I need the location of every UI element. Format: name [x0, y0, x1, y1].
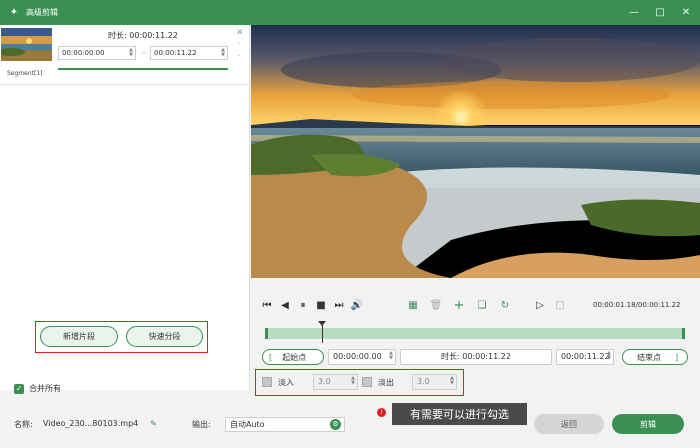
back-button[interactable]: 返回 [534, 414, 604, 434]
minimize-icon[interactable]: — [628, 7, 640, 19]
merge-all-label: 合并所有 [29, 384, 61, 393]
segment-duration: 时长: 00:00:11.22 [108, 31, 178, 40]
reorder-arrows-icon[interactable]: ⌃ ⌄ [237, 41, 242, 59]
fade-options-highlight: 淡入 3.0 ▲ ▼ 淡出 3.0 ▲ ▼ [255, 369, 464, 396]
name-label: 名称: [14, 420, 33, 429]
pause-icon[interactable]: ⏸ [296, 298, 310, 312]
bracket-left-icon: [ [269, 352, 273, 362]
playhead-line[interactable] [322, 323, 323, 343]
cut-button[interactable]: 剪辑 [612, 414, 684, 434]
split-icon[interactable]: ▦ [406, 298, 420, 312]
spin-arrows-icon[interactable]: ▲ ▼ [221, 48, 225, 58]
add-segment-button[interactable]: 新增片段 [40, 326, 118, 347]
hint-badge-icon: ! [377, 408, 386, 417]
app-logo-icon: ✦ [9, 7, 19, 18]
fade-out-label: 淡出 [378, 378, 394, 387]
mark-in-icon[interactable]: ▷ [533, 298, 547, 312]
skip-to-start-icon[interactable]: ⏮ [260, 298, 274, 312]
timeline-track[interactable] [265, 328, 685, 339]
title-bar: ✦ 高级剪辑 — □ ✕ [0, 0, 700, 25]
hint-tooltip: 有需要可以进行勾选 [392, 403, 527, 425]
close-icon[interactable]: ✕ [680, 7, 692, 19]
fade-out-value[interactable]: 3.0 ▲ ▼ [412, 374, 457, 390]
checkbox-checked-icon[interactable]: ✓ [14, 383, 24, 394]
step-back-icon[interactable]: ◀ [278, 298, 292, 312]
segment-name: Segment[1] [7, 70, 43, 77]
settings-gear-icon[interactable]: ⚙ [330, 419, 341, 430]
mark-out-icon[interactable]: □ [553, 298, 567, 312]
stop-icon[interactable]: ■ [314, 298, 328, 312]
quick-split-button[interactable]: 快速分段 [126, 326, 203, 347]
fade-in-value[interactable]: 3.0 ▲ ▼ [313, 374, 358, 390]
segment-start-field[interactable]: 00:00:00.00 ▲ ▼ [58, 46, 136, 60]
segment-item[interactable]: Segment[1] 时长: 00:00:11.22 00:00:00.00 ▲… [0, 25, 248, 85]
range-duration-field: 时长: 00:00:11.22 [400, 349, 552, 365]
volume-icon[interactable]: 🔊 [350, 298, 364, 312]
remove-segment-icon[interactable]: ✕ [236, 28, 244, 38]
add-icon[interactable]: + [452, 298, 466, 313]
spin-arrows-icon[interactable]: ▲ ▼ [389, 351, 393, 361]
spin-arrows-icon[interactable]: ▲ ▼ [351, 376, 355, 386]
reset-icon[interactable]: ↻ [498, 298, 512, 312]
file-name: Video_230...80103.mp4 [43, 419, 139, 428]
set-start-button[interactable]: [ 起始点 [262, 349, 324, 365]
edit-name-icon[interactable]: ✎ [150, 419, 157, 428]
fade-in-checkbox[interactable] [262, 377, 272, 387]
segment-end-field[interactable]: 00:00:11.22 ▲ ▼ [150, 46, 228, 60]
range-end-field[interactable]: 00:00:11.22 ▲ ▼ [556, 349, 614, 365]
segment-buttons-highlight: 新增片段 快速分段 [35, 321, 208, 353]
output-select[interactable]: 自动Auto ⚙ [225, 417, 345, 432]
spin-arrows-icon[interactable]: ▲ ▼ [129, 48, 133, 58]
fade-out-checkbox[interactable] [362, 377, 372, 387]
timecode-display: 00:00:01.18/00:00:11.22 [593, 301, 681, 309]
copy-icon[interactable]: ❏ [475, 298, 489, 312]
merge-all-option[interactable]: ✓ 合并所有 [14, 383, 61, 394]
skip-to-end-icon[interactable]: ⏭ [332, 298, 346, 312]
segment-thumbnail [1, 28, 52, 61]
spin-arrows-icon[interactable]: ▲ ▼ [607, 351, 611, 361]
fade-in-label: 淡入 [278, 378, 294, 387]
range-row: [ 起始点 00:00:00.00 ▲ ▼ 时长: 00:00:11.22 00:… [262, 349, 688, 365]
spin-arrows-icon[interactable]: ▲ ▼ [450, 376, 454, 386]
bracket-right-icon: ] [675, 352, 679, 362]
maximize-icon[interactable]: □ [654, 7, 666, 19]
output-label: 输出: [192, 420, 211, 429]
range-dash: – [142, 48, 146, 57]
window-title: 高级剪辑 [26, 8, 58, 17]
video-preview[interactable] [251, 25, 700, 278]
segment-progress-bar [58, 68, 228, 70]
set-end-button[interactable]: 结束点 ] [622, 349, 688, 365]
delete-icon[interactable]: 🗑 [429, 298, 443, 312]
range-start-field[interactable]: 00:00:00.00 ▲ ▼ [328, 349, 396, 365]
